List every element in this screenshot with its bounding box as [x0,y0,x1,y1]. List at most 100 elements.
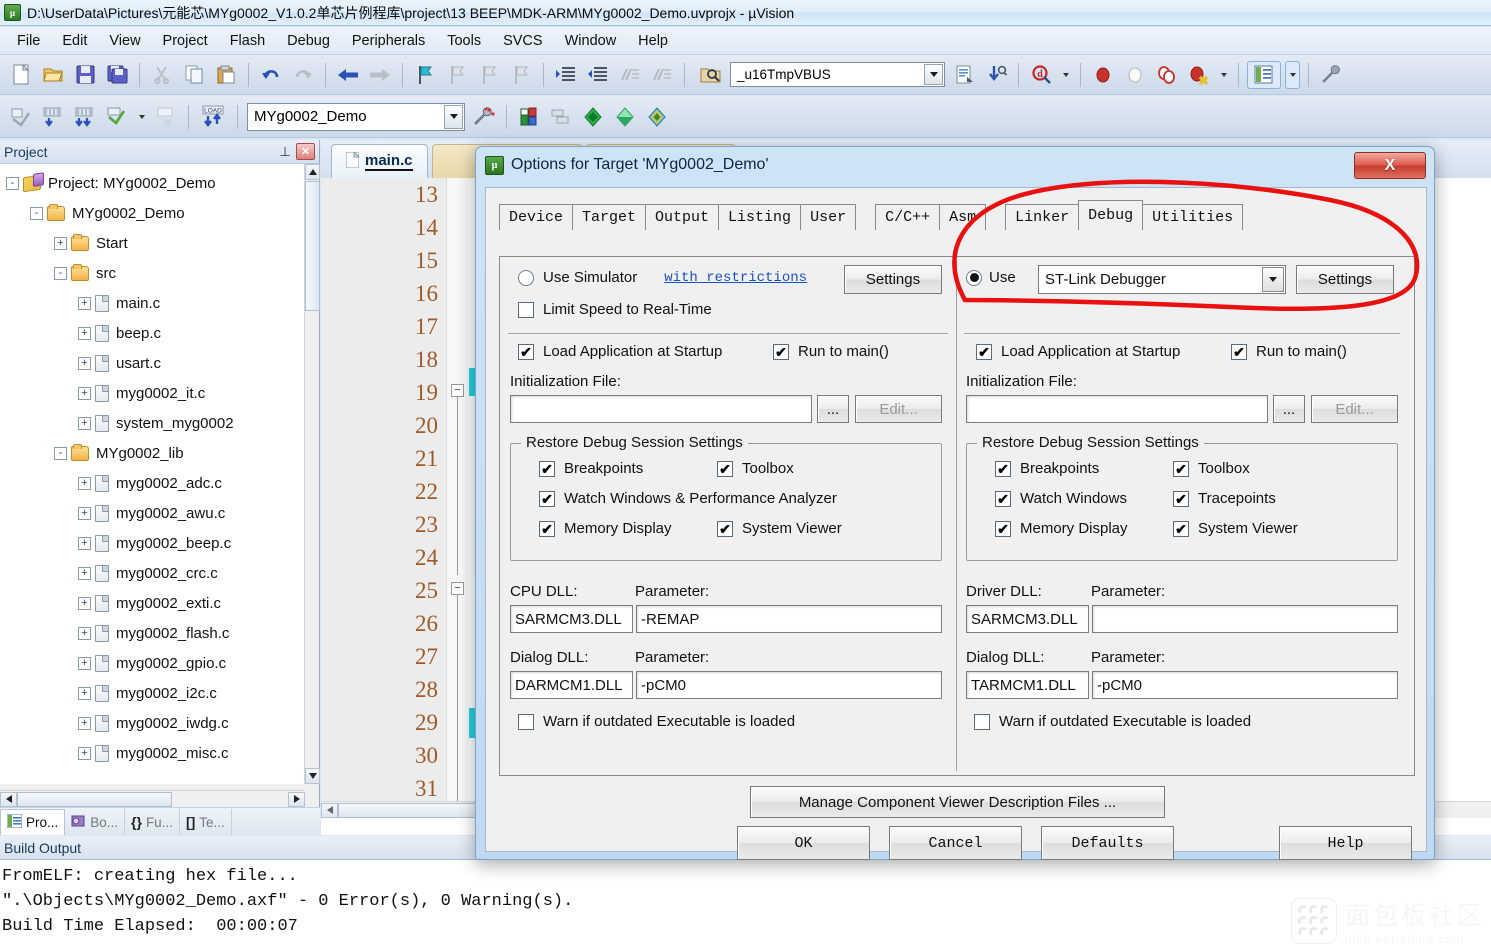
build-icon[interactable] [39,103,67,131]
cut-icon[interactable] [148,61,176,89]
expand-icon[interactable]: + [78,746,91,760]
manage-component-viewer-button[interactable]: Manage Component Viewer Description File… [750,786,1165,818]
init-file-edit-button[interactable]: Edit... [855,395,942,423]
pack-installer-icon[interactable] [579,103,607,131]
init-file-browse-button[interactable]: ... [817,395,849,423]
system-viewer-checkbox[interactable]: ✔ [717,520,733,537]
tree-item[interactable]: - src [0,258,305,288]
collapse-icon[interactable]: - [54,446,67,460]
use-debugger-radio[interactable] [966,269,982,286]
tree-item[interactable]: + myg0002_i2c.c [0,678,305,708]
init-file-edit-button[interactable]: Edit... [1311,395,1398,423]
toolbox-checkbox[interactable]: ✔ [717,460,733,477]
find-in-files-icon[interactable] [697,61,725,89]
expand-icon[interactable]: + [78,596,91,610]
tab-project[interactable]: Pro... [0,809,66,835]
tab-user[interactable]: User [800,204,857,230]
kill-all-breakpoints-icon[interactable] [1185,61,1213,89]
fold-toggle-19[interactable]: − [451,384,464,397]
init-file-input[interactable] [510,395,812,423]
pin-icon[interactable]: ⊥ [277,144,293,160]
menu-svcs[interactable]: SVCS [492,30,554,52]
expand-icon[interactable]: + [78,386,91,400]
chevron-down-icon[interactable] [1262,267,1284,292]
scrollbar-thumb[interactable] [17,791,172,807]
tree-item[interactable]: + beep.c [0,318,305,348]
tree-item[interactable]: + Start [0,228,305,258]
tab-books[interactable]: Bo... [65,809,126,835]
insert-breakpoint-icon[interactable] [1089,61,1117,89]
tree-item[interactable]: - Project: MYg0002_Demo [0,168,305,198]
tree-item[interactable]: + myg0002_it.c [0,378,305,408]
project-tree-hscrollbar[interactable] [0,790,305,807]
comment-icon[interactable] [616,61,644,89]
breakpoints-checkbox[interactable]: ✔ [539,460,555,477]
save-all-icon[interactable] [103,61,131,89]
scroll-right-icon[interactable] [288,791,305,807]
manage-components-icon[interactable] [515,103,543,131]
cpu-dll-input[interactable]: SARMCM3.DLL [510,605,633,633]
project-tree[interactable]: - Project: MYg0002_Demo - MYg0002_Demo + Star… [0,164,305,784]
tree-item[interactable]: + myg0002_flash.c [0,618,305,648]
breakpoints-checkbox[interactable]: ✔ [995,460,1011,477]
menu-debug[interactable]: Debug [276,30,341,52]
editor-fold-column[interactable]: − − [447,178,469,818]
cpu-param-input[interactable]: -REMAP [636,605,942,633]
driver-dll-input[interactable]: SARMCM3.DLL [966,605,1089,633]
editor-tab-main-c[interactable]: main.c [331,144,428,178]
disable-all-breakpoints-icon[interactable] [1153,61,1181,89]
scrollbar-thumb[interactable] [305,181,320,311]
tree-item[interactable]: + myg0002_adc.c [0,468,305,498]
paste-icon[interactable] [212,61,240,89]
translate-icon[interactable] [7,103,35,131]
navigate-back-icon[interactable] [334,61,362,89]
debug-query-icon[interactable]: d [1027,61,1055,89]
indent-icon[interactable] [552,61,580,89]
tree-item[interactable]: + usart.c [0,348,305,378]
menu-file[interactable]: File [6,30,51,52]
target-options-icon[interactable] [470,103,498,131]
use-simulator-radio[interactable] [518,269,534,286]
tree-item[interactable]: - MYg0002_Demo [0,198,305,228]
batch-build-dropdown[interactable] [135,103,148,131]
debugger-settings-button[interactable]: Settings [1296,265,1394,294]
uncomment-icon[interactable] [648,61,676,89]
debug-query-dropdown[interactable] [1059,61,1072,89]
tree-item[interactable]: + myg0002_beep.c [0,528,305,558]
collapse-icon[interactable]: - [54,266,67,280]
configure-icon[interactable] [1317,61,1345,89]
target-select[interactable]: MYg0002_Demo [247,102,465,131]
cancel-button[interactable]: Cancel [889,826,1022,860]
dialog-param-input[interactable]: -pCM0 [636,671,942,699]
menu-edit[interactable]: Edit [51,30,98,52]
close-icon[interactable]: ✕ [296,143,315,160]
chevron-down-icon[interactable] [444,104,463,129]
menu-view[interactable]: View [98,30,151,52]
window-layout-dropdown[interactable] [1285,60,1300,89]
tree-item[interactable]: + myg0002_misc.c [0,738,305,768]
download-icon[interactable]: LOAD [197,103,229,131]
tab-debug[interactable]: Debug [1078,200,1144,230]
scroll-left-icon[interactable] [0,791,17,807]
ok-button[interactable]: OK [737,826,870,860]
breakpoints-dropdown[interactable] [1217,61,1230,89]
bookmark-toggle-icon[interactable] [411,61,439,89]
rebuild-icon[interactable] [71,103,99,131]
tree-item[interactable]: + myg0002_gpio.c [0,648,305,678]
expand-icon[interactable]: + [78,476,91,490]
menu-flash[interactable]: Flash [219,30,276,52]
defaults-button[interactable]: Defaults [1041,826,1174,860]
toolbox-checkbox[interactable]: ✔ [1173,460,1189,477]
run-to-main-checkbox[interactable]: ✔ [773,343,789,360]
load-app-checkbox[interactable]: ✔ [976,343,992,360]
tab-asm[interactable]: Asm [939,204,987,230]
limit-speed-checkbox[interactable] [518,301,534,318]
watch-windows-checkbox[interactable]: ✔ [539,490,555,507]
redo-icon[interactable] [289,61,317,89]
manage-runtime-icon[interactable] [611,103,639,131]
pack-manage-icon[interactable] [643,103,671,131]
tracepoints-checkbox[interactable]: ✔ [1173,490,1189,507]
project-tree-vscrollbar[interactable] [304,164,320,784]
tree-item[interactable]: + system_myg0002 [0,408,305,438]
run-to-main-checkbox[interactable]: ✔ [1231,343,1247,360]
